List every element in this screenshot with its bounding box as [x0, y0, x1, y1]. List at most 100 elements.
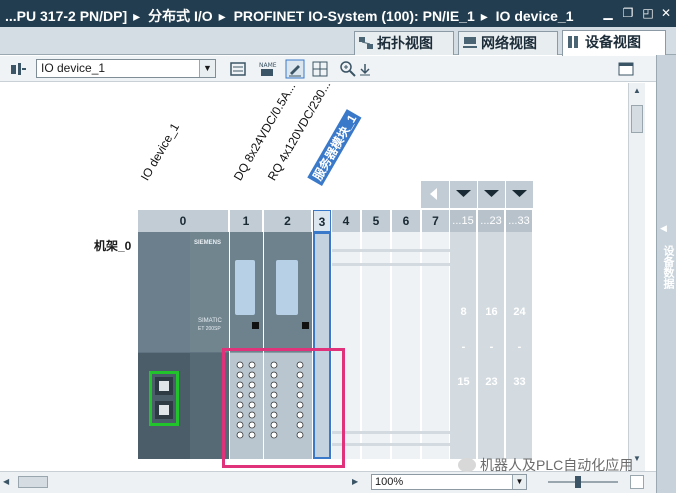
title-bar: ...PU 317-2 PN/DP] ▸ 分布式 I/O ▸ PROFINET IO… [0, 0, 676, 27]
wechat-icon [458, 458, 476, 472]
grid-icon[interactable] [310, 59, 330, 79]
highlight-box [222, 348, 345, 468]
slot-header[interactable]: 5 [362, 210, 391, 232]
slot-range-end: 33 [513, 376, 526, 388]
label-strip [276, 260, 298, 315]
rail-line [332, 431, 450, 434]
device-tree-icon[interactable] [8, 59, 28, 79]
watermark: 机器人及PLC自动化应用 [458, 455, 633, 475]
rail-line [332, 263, 450, 266]
tab-device-view[interactable]: 设备视图 [562, 30, 666, 56]
show-name-icon[interactable]: NAME [257, 59, 277, 79]
device-overview-icon[interactable] [228, 59, 248, 79]
slot-range-start: 24 [513, 306, 526, 318]
slot-header[interactable]: 1 [230, 210, 263, 232]
vertical-scrollbar[interactable]: ▲ ▼ [628, 83, 645, 471]
scroll-left-button[interactable] [421, 181, 449, 208]
label-strip [235, 260, 255, 315]
zoom-slider[interactable] [548, 481, 618, 483]
ethernet-port-icon [155, 377, 173, 419]
empty-slot[interactable] [422, 232, 450, 459]
scroll-right-icon[interactable]: ▶ [352, 475, 364, 489]
slot-header[interactable]: ...23 [478, 210, 505, 232]
restore-icon[interactable]: ❐ [620, 5, 636, 21]
slot-range-start: 8 [460, 306, 467, 318]
device-view-canvas[interactable]: IO device_1 DQ 8x24VDC/0.5A... RQ 4x120V… [0, 83, 628, 471]
zoom-value: 100% [375, 476, 404, 488]
slot-range-start: 16 [485, 306, 498, 318]
slot-range-dash: - [517, 341, 522, 353]
slot-header[interactable]: 2 [264, 210, 312, 232]
chevron-down-icon[interactable]: ▼ [199, 60, 215, 77]
slot-header[interactable]: 3 [313, 210, 331, 232]
slot-header[interactable]: 6 [392, 210, 421, 232]
device-select-value: IO device_1 [41, 61, 106, 75]
slot-range-dash: - [489, 341, 494, 353]
hscroll-thumb[interactable] [18, 476, 48, 488]
rack-label: 机架_0 [94, 239, 132, 253]
status-led [252, 322, 259, 329]
tab-label: 设备视图 [585, 34, 641, 50]
breadcrumb-item[interactable]: ...PU 317-2 PN/DP] [5, 8, 127, 24]
tab-label: 拓扑视图 [377, 35, 433, 51]
slot-header[interactable]: 0 [138, 210, 229, 232]
module-product-sub: ET 200SP [198, 326, 221, 332]
tab-network-view[interactable]: 网络视图 [458, 31, 558, 55]
empty-slot[interactable] [392, 232, 421, 459]
slot-header[interactable]: 4 [332, 210, 361, 232]
triangle-down-icon [512, 190, 527, 197]
rail-line [332, 443, 450, 446]
svg-text:NAME: NAME [259, 62, 277, 69]
rail-line [332, 249, 450, 252]
triangle-down-icon [484, 190, 499, 197]
side-panel-label: 设备数据 [662, 245, 674, 289]
device-icon [568, 36, 578, 48]
view-tab-strip: 拓扑视图 网络视图 设备视图 [0, 27, 676, 56]
zoom-slider-thumb[interactable] [575, 476, 581, 488]
zoom-select[interactable]: 100% ▼ [371, 474, 527, 490]
tab-topology-view[interactable]: 拓扑视图 [354, 31, 454, 55]
breadcrumb-item[interactable]: 分布式 I/O [148, 8, 213, 24]
slot-header[interactable]: ...33 [506, 210, 533, 232]
window-options-icon[interactable] [616, 59, 636, 79]
siemens-logo: SIEMENS [194, 240, 222, 246]
slot-header[interactable]: ...15 [450, 210, 477, 232]
expand-slot-button[interactable] [450, 181, 477, 208]
scrollbar-thumb[interactable] [631, 105, 643, 133]
watermark-text: 机器人及PLC自动化应用 [480, 457, 634, 473]
device-label[interactable]: IO device_1 [138, 121, 182, 183]
download-arrow-icon[interactable] [355, 59, 375, 79]
interface-module[interactable]: SIEMENS SIMATIC ET 200SP [138, 232, 229, 459]
module-panel [138, 232, 190, 352]
scroll-up-icon[interactable]: ▲ [631, 85, 643, 97]
topology-icon [359, 37, 373, 49]
device-data-panel[interactable]: ◀ 设备数据 [656, 55, 676, 493]
ethernet-port-group[interactable] [149, 371, 179, 426]
empty-slot[interactable] [362, 232, 391, 459]
module-product-name: SIMATIC [198, 318, 222, 324]
status-led [302, 322, 309, 329]
module-panel [190, 232, 229, 352]
selected-module-label[interactable]: 服务器模块_1 [307, 108, 362, 186]
slot-range-end: 15 [457, 376, 470, 388]
expand-slot-button[interactable] [478, 181, 505, 208]
slot-header[interactable]: 7 [422, 210, 450, 232]
chevron-down-icon[interactable]: ▼ [512, 475, 526, 489]
slot-range-end: 23 [485, 376, 498, 388]
expand-slot-button[interactable] [506, 181, 533, 208]
close-icon[interactable]: ✕ [658, 5, 674, 21]
triangle-left-icon [430, 188, 437, 200]
fit-view-icon[interactable] [630, 475, 644, 489]
scroll-left-icon[interactable]: ◀ [3, 475, 15, 489]
breadcrumb-item[interactable]: PROFINET IO-System (100): PN/IE_1 [234, 8, 475, 24]
device-select[interactable]: IO device_1 ▼ [36, 59, 216, 78]
breadcrumb: ...PU 317-2 PN/DP] ▸ 分布式 I/O ▸ PROFINET IO… [5, 8, 574, 24]
collapse-arrow-icon[interactable]: ◀ [660, 223, 674, 237]
pencil-icon[interactable] [285, 59, 305, 79]
float-icon[interactable]: ◰ [640, 5, 656, 21]
breadcrumb-item[interactable]: IO device_1 [496, 8, 574, 24]
tab-label: 网络视图 [481, 35, 537, 51]
slot-range-dash: - [461, 341, 466, 353]
network-icon [463, 37, 477, 48]
minimize-icon[interactable]: ▁ [600, 5, 616, 21]
